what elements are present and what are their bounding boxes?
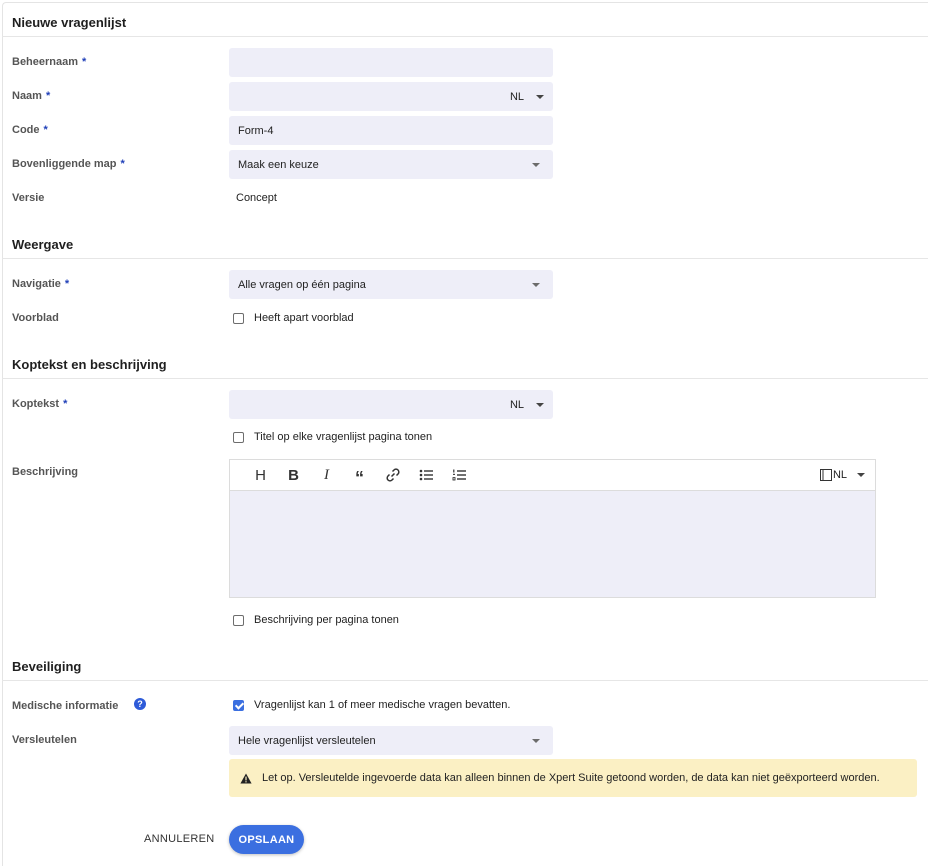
title-each-page-checkbox[interactable]: [233, 431, 244, 443]
description-label: Beschrijving: [12, 466, 79, 478]
parent-folder-select[interactable]: Maak een keuze: [229, 150, 553, 179]
required-mark: *: [120, 158, 125, 170]
required-mark: *: [45, 90, 51, 102]
warning-text: Let op. Versleutelde ingevoerde data kan…: [262, 772, 880, 784]
chevron-down-icon[interactable]: [536, 402, 544, 407]
title-each-page-label: Titel op elke vragenlijst pagina tonen: [254, 431, 433, 443]
required-mark: *: [64, 278, 70, 290]
version-label: Versie: [12, 192, 45, 204]
italic-icon[interactable]: I: [310, 460, 343, 490]
chevron-down-icon[interactable]: [536, 94, 544, 99]
numbered-list-icon[interactable]: [442, 460, 475, 490]
section-title-display: Weergave: [12, 237, 74, 252]
editor-language-selector[interactable]: NL: [819, 460, 865, 490]
heading-icon[interactable]: H: [244, 460, 277, 490]
version-value: Concept: [236, 192, 277, 204]
header-text-label: Koptekst *: [12, 398, 68, 410]
navigation-label: Navigatie *: [12, 278, 70, 290]
divider: [2, 258, 928, 259]
bullet-list-icon[interactable]: [409, 460, 442, 490]
section-title-security: Beveiliging: [12, 659, 82, 674]
encryption-warning: Let op. Versleutelde ingevoerde data kan…: [229, 759, 917, 797]
cover-checkbox[interactable]: [233, 312, 244, 324]
editor-language-label: NL: [832, 469, 847, 481]
chevron-down-icon: [532, 282, 540, 287]
admin-name-input[interactable]: [229, 48, 553, 77]
encrypt-select[interactable]: Hele vragenlijst versleutelen: [229, 726, 553, 755]
required-mark: *: [63, 398, 68, 410]
document-icon: [819, 469, 832, 481]
description-per-page-label: Beschrijving per pagina tonen: [254, 614, 399, 626]
section-title-header: Koptekst en beschrijving: [12, 357, 167, 372]
header-text-input[interactable]: NL: [229, 390, 553, 419]
title-each-page-row[interactable]: Titel op elke vragenlijst pagina tonen: [233, 431, 432, 443]
language-selector[interactable]: NL: [510, 399, 524, 411]
editor-toolbar: H B I “ NL: [230, 460, 875, 491]
encrypt-label: Versleutelen: [12, 734, 77, 746]
cover-checkbox-row[interactable]: Heeft apart voorblad: [233, 312, 354, 324]
medical-label: Medische informatie: [12, 700, 119, 712]
name-input[interactable]: NL: [229, 82, 553, 111]
save-button[interactable]: OPSLAAN: [229, 825, 304, 854]
divider: [2, 378, 928, 379]
description-per-page-checkbox[interactable]: [233, 614, 244, 626]
warning-icon: [240, 773, 252, 783]
help-icon[interactable]: ?: [134, 698, 146, 710]
code-input[interactable]: Form-4: [229, 116, 553, 145]
cover-checkbox-label: Heeft apart voorblad: [254, 312, 354, 324]
cancel-button[interactable]: ANNULEREN: [136, 826, 223, 852]
language-selector[interactable]: NL: [510, 91, 524, 103]
cover-label: Voorblad: [12, 312, 59, 324]
medical-checkbox[interactable]: [233, 699, 244, 711]
chevron-down-icon: [857, 473, 865, 477]
navigation-select[interactable]: Alle vragen op één pagina: [229, 270, 553, 299]
code-label: Code *: [12, 124, 48, 136]
required-mark: *: [43, 124, 48, 136]
admin-name-label: Beheernaam *: [12, 56, 87, 68]
divider: [2, 36, 928, 37]
medical-checkbox-row[interactable]: Vragenlijst kan 1 of meer medische vrage…: [233, 699, 510, 711]
parent-folder-label: Bovenliggende map *: [12, 158, 125, 170]
required-mark: *: [82, 56, 87, 68]
medical-checkbox-label: Vragenlijst kan 1 of meer medische vrage…: [254, 699, 511, 711]
chevron-down-icon: [532, 738, 540, 743]
chevron-down-icon: [532, 162, 540, 167]
bold-icon[interactable]: B: [277, 460, 310, 490]
link-icon[interactable]: [376, 460, 409, 490]
description-editor[interactable]: H B I “ NL: [229, 459, 876, 598]
divider: [2, 680, 928, 681]
name-label: Naam *: [12, 90, 51, 102]
section-title-general: Nieuwe vragenlijst: [12, 15, 127, 30]
description-per-page-row[interactable]: Beschrijving per pagina tonen: [233, 614, 399, 626]
quote-icon[interactable]: “: [343, 460, 376, 490]
